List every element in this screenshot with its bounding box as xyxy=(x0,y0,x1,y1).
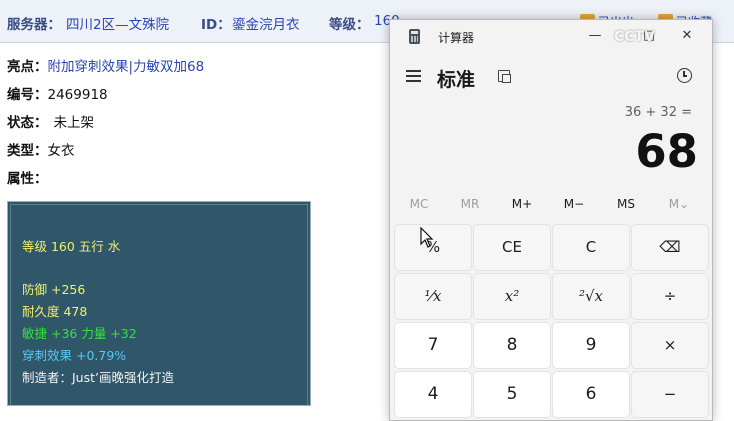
mouse-cursor-icon xyxy=(420,227,434,248)
highlight-row: 亮点：附加穿刺效果|力敏双加68 xyxy=(7,55,204,75)
type-row: 类型：女衣 xyxy=(7,139,75,159)
digit-6-button[interactable]: 6 xyxy=(553,372,629,417)
server-value: 四川2区—文殊院 xyxy=(66,17,170,33)
status-value: 未上架 xyxy=(53,115,95,131)
server-label: 服务器： xyxy=(7,17,61,33)
minus-button[interactable]: − xyxy=(632,372,708,417)
reciprocal-button[interactable]: ¹⁄x xyxy=(395,274,471,319)
clear-entry-button[interactable]: CE xyxy=(474,225,550,270)
highlight-value[interactable]: 附加穿刺效果|力敏双加68 xyxy=(48,59,205,75)
calculator-mode-title: 标准 xyxy=(437,69,476,91)
memory-recall-button[interactable]: MR xyxy=(444,197,496,211)
history-icon[interactable] xyxy=(677,68,692,83)
backspace-button[interactable]: ⌫ xyxy=(632,225,708,270)
multiply-button[interactable]: × xyxy=(632,323,708,368)
calculator-result: 68 xyxy=(635,125,698,178)
id-value: 鎏金浣月衣 xyxy=(232,17,300,33)
divide-button[interactable]: ÷ xyxy=(632,274,708,319)
close-button[interactable]: ✕ xyxy=(678,28,696,44)
memory-add-button[interactable]: M+ xyxy=(496,197,548,211)
memory-store-button[interactable]: MS xyxy=(600,197,652,211)
memory-subtract-button[interactable]: M− xyxy=(548,197,600,211)
digit-7-button[interactable]: 7 xyxy=(395,323,471,368)
clear-button[interactable]: C xyxy=(553,225,629,270)
calculator-window: 计算器 — □ ✕ CCTV 标准 36 + 32 = 68 MC MR M+ … xyxy=(389,19,713,421)
item-attribute-box: 等级 160 五行 水 防御 +256 耐久度 478 敏捷 +36 力量 +3… xyxy=(7,201,311,406)
item-defense: 防御 +256 xyxy=(22,282,86,297)
square-button[interactable]: x² xyxy=(474,274,550,319)
memory-clear-button[interactable]: MC xyxy=(393,197,445,211)
number-row: 编号：2469918 xyxy=(7,83,108,103)
type-label: 类型： xyxy=(7,143,48,159)
digit-5-button[interactable]: 5 xyxy=(474,372,550,417)
item-maker: 制造者：Just’画晚强化打造 xyxy=(22,370,174,385)
attr-label: 属性： xyxy=(7,171,48,187)
tv-watermark: CCTV xyxy=(614,29,655,45)
keep-on-top-icon[interactable] xyxy=(498,70,511,83)
memory-row: MC MR M+ M− MS M⌄ xyxy=(390,197,712,219)
item-agility-power: 敏捷 +36 力量 +32 xyxy=(22,326,137,341)
number-value: 2469918 xyxy=(47,87,108,103)
level-label: 等级： xyxy=(329,17,370,33)
calculator-titlebar[interactable]: 计算器 — □ ✕ CCTV xyxy=(390,20,712,54)
type-value: 女衣 xyxy=(47,143,75,159)
digit-4-button[interactable]: 4 xyxy=(395,372,471,417)
minimize-button[interactable]: — xyxy=(586,28,604,44)
digit-9-button[interactable]: 9 xyxy=(553,323,629,368)
id-label: ID： xyxy=(201,17,231,33)
calculator-app-icon xyxy=(409,29,420,44)
digit-8-button[interactable]: 8 xyxy=(474,323,550,368)
item-level-line: 等级 160 五行 水 xyxy=(22,239,121,254)
number-label: 编号： xyxy=(7,87,48,103)
square-root-button[interactable]: ²√x xyxy=(553,274,629,319)
hamburger-menu-icon[interactable] xyxy=(406,70,421,82)
item-durability: 耐久度 478 xyxy=(22,304,88,319)
status-label: 状态： xyxy=(7,115,48,131)
memory-list-button[interactable]: M⌄ xyxy=(653,197,705,211)
attr-row: 属性： xyxy=(7,167,48,187)
status-row: 状态： 未上架 xyxy=(7,111,94,131)
calculator-window-title: 计算器 xyxy=(438,31,475,45)
item-pierce: 穿刺效果 +0.79% xyxy=(22,348,127,363)
calculator-expression: 36 + 32 = xyxy=(624,105,692,120)
highlight-label: 亮点： xyxy=(7,59,48,75)
